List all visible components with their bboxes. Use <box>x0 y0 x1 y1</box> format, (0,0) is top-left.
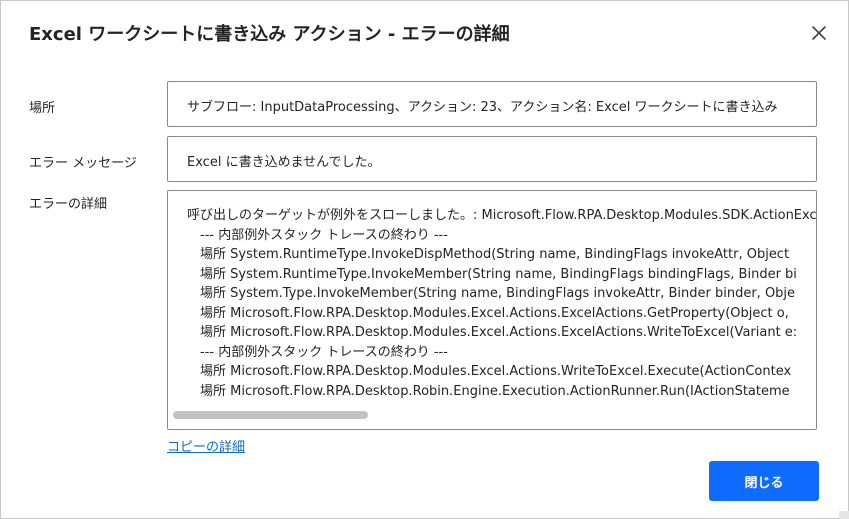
horizontal-scrollbar[interactable] <box>173 411 368 419</box>
error-message-label: エラー メッセージ <box>29 156 137 171</box>
copy-details-link[interactable]: コピーの詳細 <box>167 436 245 455</box>
error-detail-line: 場所 Microsoft.Flow.RPA.Desktop.Robin.Engi… <box>200 383 790 399</box>
error-message-field[interactable]: Excel に書き込めませんでした。 <box>167 136 817 182</box>
error-details-label: エラーの詳細 <box>29 197 108 212</box>
error-details-dialog: Excel ワークシートに書き込み アクション - エラーの詳細 場所 サブフロ… <box>0 0 849 519</box>
error-detail-line: --- 内部例外スタック トレースの終わり --- <box>200 344 448 360</box>
error-detail-line: --- 内部例外スタック トレースの終わり --- <box>200 227 448 243</box>
location-field[interactable]: サブフロー: InputDataProcessing、アクション: 23、アクシ… <box>167 81 817 127</box>
dialog-title: Excel ワークシートに書き込み アクション - エラーの詳細 <box>29 24 510 45</box>
error-detail-line: 場所 System.RuntimeType.InvokeDispMethod(S… <box>200 247 790 262</box>
error-message-value: Excel に書き込めませんでした。 <box>187 155 381 170</box>
error-detail-line: 場所 Microsoft.Flow.RPA.Desktop.Modules.Ex… <box>200 364 792 379</box>
error-detail-line: 場所 System.RuntimeType.InvokeMember(Strin… <box>200 266 797 282</box>
error-details-text: 呼び出しのターゲットが例外をスローしました。: Microsoft.Flow.R… <box>187 206 816 401</box>
error-detail-line: 場所 System.Type.InvokeMember(String name,… <box>200 286 796 301</box>
error-detail-line: 場所 Microsoft.Flow.RPA.Desktop.Modules.Ex… <box>200 305 789 321</box>
close-icon[interactable] <box>807 21 831 45</box>
error-detail-line: 場所 Microsoft.Flow.RPA.Desktop.Modules.Ex… <box>200 325 798 340</box>
error-details-field[interactable]: 呼び出しのターゲットが例外をスローしました。: Microsoft.Flow.R… <box>167 190 817 430</box>
location-label: 場所 <box>29 101 56 116</box>
location-value: サブフロー: InputDataProcessing、アクション: 23、アクシ… <box>187 100 778 115</box>
close-button[interactable]: 閉じる <box>709 461 819 501</box>
resize-grip[interactable] <box>839 511 849 519</box>
error-detail-line: 呼び出しのターゲットが例外をスローしました。: Microsoft.Flow.R… <box>187 208 816 223</box>
